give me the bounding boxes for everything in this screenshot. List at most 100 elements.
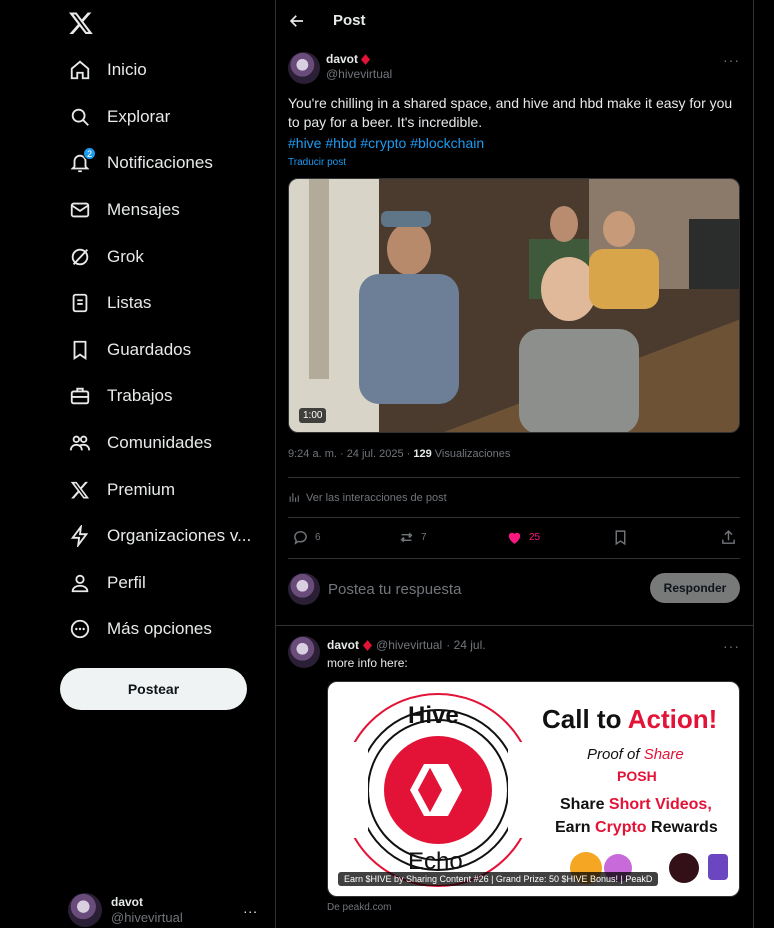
view-interactions-link[interactable]: Ver las interacciones de post bbox=[288, 491, 447, 504]
bell-icon: 2 bbox=[68, 147, 96, 175]
views-count: 129 bbox=[413, 448, 432, 460]
notification-badge: 2 bbox=[83, 147, 96, 160]
account-switcher[interactable]: davot @hivevirtual ... bbox=[68, 892, 268, 928]
like-count: 25 bbox=[529, 532, 541, 543]
more-circle-icon bbox=[68, 617, 92, 641]
sidebar-item-listas[interactable]: Listas bbox=[68, 288, 151, 318]
post-date[interactable]: · 24 jul. bbox=[446, 638, 485, 652]
video-duration: 1:00 bbox=[299, 408, 327, 423]
analytics-icon bbox=[289, 493, 299, 502]
reply-button[interactable]: 6 bbox=[292, 529, 321, 546]
avatar[interactable] bbox=[288, 636, 320, 668]
bookmark-button[interactable] bbox=[612, 529, 629, 546]
sidebar-item-perfil[interactable]: Perfil bbox=[68, 568, 146, 598]
divider bbox=[276, 625, 753, 626]
sidebar-item-notificaciones[interactable]: 2 Notificaciones bbox=[68, 147, 213, 178]
communities-icon bbox=[68, 431, 92, 455]
card-cta: Call to Action! bbox=[542, 704, 717, 735]
reply-submit-button[interactable]: Responder bbox=[650, 573, 740, 603]
avatar bbox=[288, 573, 320, 605]
card-earn-accent: Crypto bbox=[595, 819, 647, 836]
home-icon bbox=[68, 58, 92, 82]
card-proof: Proof of Share bbox=[587, 746, 684, 763]
sidebar-item-mensajes[interactable]: Mensajes bbox=[68, 195, 180, 225]
heart-filled-icon bbox=[508, 532, 521, 544]
repost-icon bbox=[400, 532, 413, 543]
more-icon[interactable]: ··· bbox=[723, 52, 740, 68]
card-proof-part: Proof of bbox=[587, 746, 644, 763]
sidebar-item-inicio[interactable]: Inicio bbox=[68, 55, 147, 85]
person-icon bbox=[68, 571, 92, 595]
card-proof-accent: Share bbox=[643, 746, 684, 763]
divider bbox=[288, 477, 740, 478]
bookmark-icon bbox=[68, 338, 92, 362]
reply-author: davot @hivevirtual · 24 jul. bbox=[327, 638, 486, 652]
card-share: Share Short Videos, bbox=[560, 796, 712, 814]
top-bar: Post bbox=[276, 0, 753, 42]
diamond-badge-icon bbox=[363, 639, 373, 651]
author-info: davot @hivevirtual bbox=[326, 52, 392, 86]
translate-link[interactable]: Traducir post bbox=[288, 157, 346, 168]
sidebar-item-label: Listas bbox=[107, 293, 152, 312]
link-card[interactable]: Hive Echo Call to Action! Proof of Share… bbox=[327, 681, 740, 897]
sidebar-item-label: Guardados bbox=[107, 340, 192, 359]
mail-icon bbox=[68, 198, 92, 222]
sidebar-item-label: Más opciones bbox=[107, 619, 212, 638]
diamond-badge-icon bbox=[361, 54, 371, 65]
sidebar-item-label: Explorar bbox=[107, 107, 171, 126]
sidebar-item-label: Notificaciones bbox=[107, 153, 213, 172]
card-earn-part: Rewards bbox=[646, 819, 718, 836]
sidebar-item-mas-opciones[interactable]: Más opciones bbox=[68, 614, 212, 644]
avatar bbox=[68, 893, 102, 927]
sidebar-item-comunidades[interactable]: Comunidades bbox=[68, 428, 212, 458]
list-icon bbox=[68, 291, 92, 315]
sidebar-item-guardados[interactable]: Guardados bbox=[68, 335, 191, 365]
more-icon[interactable]: ... bbox=[243, 900, 258, 916]
post-time[interactable]: 9:24 a. m. · 24 jul. 2025 · bbox=[288, 448, 413, 460]
grok-icon bbox=[68, 245, 92, 269]
post-hashtags[interactable]: #hive #hbd #crypto #blockchain bbox=[288, 134, 484, 153]
author-name[interactable]: davot bbox=[326, 52, 358, 67]
post-actions: 6 7 25 bbox=[288, 529, 740, 549]
x-logo-icon bbox=[68, 478, 92, 502]
sidebar-item-label: Comunidades bbox=[107, 433, 212, 452]
post-author: davot @hivevirtual ··· bbox=[288, 52, 740, 86]
sidebar: Inicio Explorar 2 Notificaciones Mensaje… bbox=[0, 0, 275, 928]
avatar[interactable] bbox=[288, 52, 320, 84]
account-info: davot @hivevirtual bbox=[111, 895, 183, 925]
search-icon bbox=[68, 105, 92, 129]
more-icon[interactable]: ··· bbox=[723, 638, 740, 654]
author-handle[interactable]: @hivevirtual bbox=[326, 67, 392, 82]
sidebar-item-label: Organizaciones v... bbox=[107, 526, 252, 545]
account-handle: @hivevirtual bbox=[111, 910, 183, 925]
card-caption: Earn $HIVE by Sharing Content #26 | Gran… bbox=[338, 872, 659, 886]
card-share-accent: Short Videos, bbox=[608, 796, 712, 813]
sidebar-item-label: Grok bbox=[107, 247, 144, 266]
sidebar-item-explorar[interactable]: Explorar bbox=[68, 102, 170, 132]
like-button[interactable]: 25 bbox=[506, 529, 540, 546]
sidebar-item-premium[interactable]: Premium bbox=[68, 475, 175, 505]
card-cta-part: Call to bbox=[542, 704, 628, 734]
video-player[interactable]: 1:00 bbox=[288, 178, 740, 433]
x-logo-icon[interactable] bbox=[68, 10, 94, 36]
sidebar-item-grok[interactable]: Grok bbox=[68, 242, 144, 272]
share-button[interactable] bbox=[720, 529, 737, 546]
reply-text: more info here: bbox=[327, 656, 408, 670]
back-arrow-icon[interactable] bbox=[288, 12, 306, 30]
post-button[interactable]: Postear bbox=[60, 668, 247, 710]
author-handle[interactable]: @hivevirtual bbox=[376, 638, 442, 652]
briefcase-icon bbox=[68, 384, 92, 408]
repost-button[interactable]: 7 bbox=[398, 529, 427, 546]
app: Inicio Explorar 2 Notificaciones Mensaje… bbox=[0, 0, 774, 928]
sidebar-item-trabajos[interactable]: Trabajos bbox=[68, 381, 173, 411]
sidebar-item-label: Mensajes bbox=[107, 200, 180, 219]
account-name: davot bbox=[111, 895, 144, 909]
author-name[interactable]: davot bbox=[327, 638, 359, 652]
reply-count: 6 bbox=[315, 532, 321, 543]
bookmark-icon bbox=[615, 530, 626, 546]
reply-icon bbox=[294, 531, 307, 545]
sidebar-item-organizaciones[interactable]: Organizaciones v... bbox=[68, 521, 251, 551]
share-icon bbox=[722, 530, 735, 544]
card-cta-accent: Action! bbox=[627, 704, 718, 734]
sidebar-item-label: Trabajos bbox=[107, 386, 173, 405]
